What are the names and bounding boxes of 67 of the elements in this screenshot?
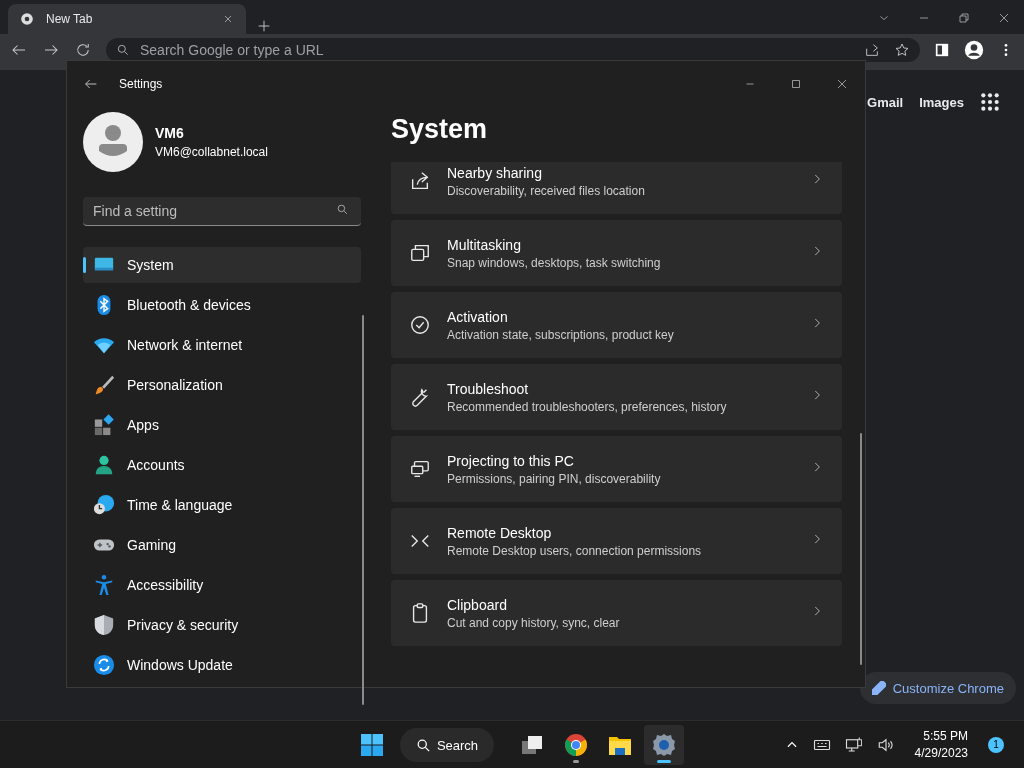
address-bar[interactable]: Search Google or type a URL xyxy=(106,38,920,62)
nav-item[interactable]: Windows Update xyxy=(83,647,361,683)
nav-item[interactable]: Personalization xyxy=(83,367,361,403)
settings-card[interactable]: Troubleshoot Recommended troubleshooters, preferences, history xyxy=(391,364,842,430)
settings-card[interactable]: Clipboard Cut and copy history, sync, clear xyxy=(391,580,842,646)
share-icon xyxy=(409,170,431,192)
nav-item[interactable]: Time & language xyxy=(83,487,361,523)
close-icon[interactable] xyxy=(222,13,234,25)
taskbar-app[interactable] xyxy=(644,725,684,765)
restore-icon[interactable] xyxy=(958,12,970,24)
profile-icon[interactable] xyxy=(964,40,984,60)
settings-card[interactable]: Nearby sharing Discoverability, received files location xyxy=(391,162,842,214)
star-icon[interactable] xyxy=(894,42,910,58)
windows-logo-icon xyxy=(361,734,383,756)
header-link[interactable]: Images xyxy=(919,94,964,110)
notification-badge[interactable]: 1 xyxy=(988,736,1004,753)
share-icon[interactable] xyxy=(864,42,880,58)
page-title: System xyxy=(391,114,489,146)
maximize-icon[interactable] xyxy=(790,77,802,90)
reload-icon[interactable] xyxy=(74,41,92,59)
checkmark-icon xyxy=(409,314,431,336)
search-icon xyxy=(336,203,349,216)
settings-card[interactable]: Activation Activation state, subscriptions, product key xyxy=(391,292,842,358)
settings-card[interactable]: Projecting to this PC Permissions, pairing PIN, discoverability xyxy=(391,436,842,502)
update-icon xyxy=(93,654,115,676)
side-panel-icon[interactable] xyxy=(934,42,950,58)
nav-item[interactable]: Accounts xyxy=(83,447,361,483)
task-view-icon xyxy=(520,733,544,757)
clock[interactable]: 5:55 PM 4/29/2023 xyxy=(914,727,968,762)
apps-icon xyxy=(93,414,115,436)
close-icon[interactable] xyxy=(836,77,848,90)
nav-item[interactable]: Network & internet xyxy=(83,327,361,363)
nav-item[interactable]: Privacy & security xyxy=(83,607,361,643)
search-icon xyxy=(415,737,431,753)
settings-card[interactable]: Remote Desktop Remote Desktop users, connection permissions xyxy=(391,508,842,574)
close-icon[interactable] xyxy=(998,12,1010,24)
search-field[interactable]: Find a setting xyxy=(83,197,361,226)
browser-tab[interactable]: New Tab xyxy=(8,4,246,34)
user-email: VM6@collabnet.local xyxy=(155,145,268,159)
nav-item[interactable]: Apps xyxy=(83,407,361,443)
avatar xyxy=(83,112,143,172)
scrollbar[interactable] xyxy=(860,433,862,665)
person-icon xyxy=(93,454,115,476)
gear-icon xyxy=(652,733,676,757)
network-icon[interactable] xyxy=(844,735,863,754)
projector-icon xyxy=(409,458,431,480)
nav-item[interactable]: Gaming xyxy=(83,527,361,563)
wrench-icon xyxy=(409,386,431,408)
globe-clock-icon xyxy=(93,494,115,516)
scrollbar[interactable] xyxy=(362,315,364,705)
nav-item[interactable]: System xyxy=(83,247,361,283)
accessibility-icon xyxy=(93,574,115,596)
apps-grid-icon[interactable] xyxy=(980,92,1000,112)
header-link[interactable]: Gmail xyxy=(867,94,904,110)
search-icon xyxy=(116,43,130,57)
settings-card[interactable]: Multitasking Snap windows, desktops, task switching xyxy=(391,220,842,286)
shield-icon xyxy=(93,614,115,636)
window-title: Settings xyxy=(119,76,163,91)
taskbar-search[interactable]: Search xyxy=(400,728,494,762)
user-name: VM6 xyxy=(155,125,185,141)
paintbrush-icon xyxy=(93,374,115,396)
nav-item[interactable]: Bluetooth & devices xyxy=(83,287,361,323)
plus-icon[interactable] xyxy=(256,18,272,34)
pencil-icon xyxy=(871,681,886,695)
nav-item[interactable]: Accessibility xyxy=(83,567,361,603)
customize-chrome-button[interactable]: Customize Chrome xyxy=(859,672,1016,704)
windows-icon xyxy=(409,242,431,264)
